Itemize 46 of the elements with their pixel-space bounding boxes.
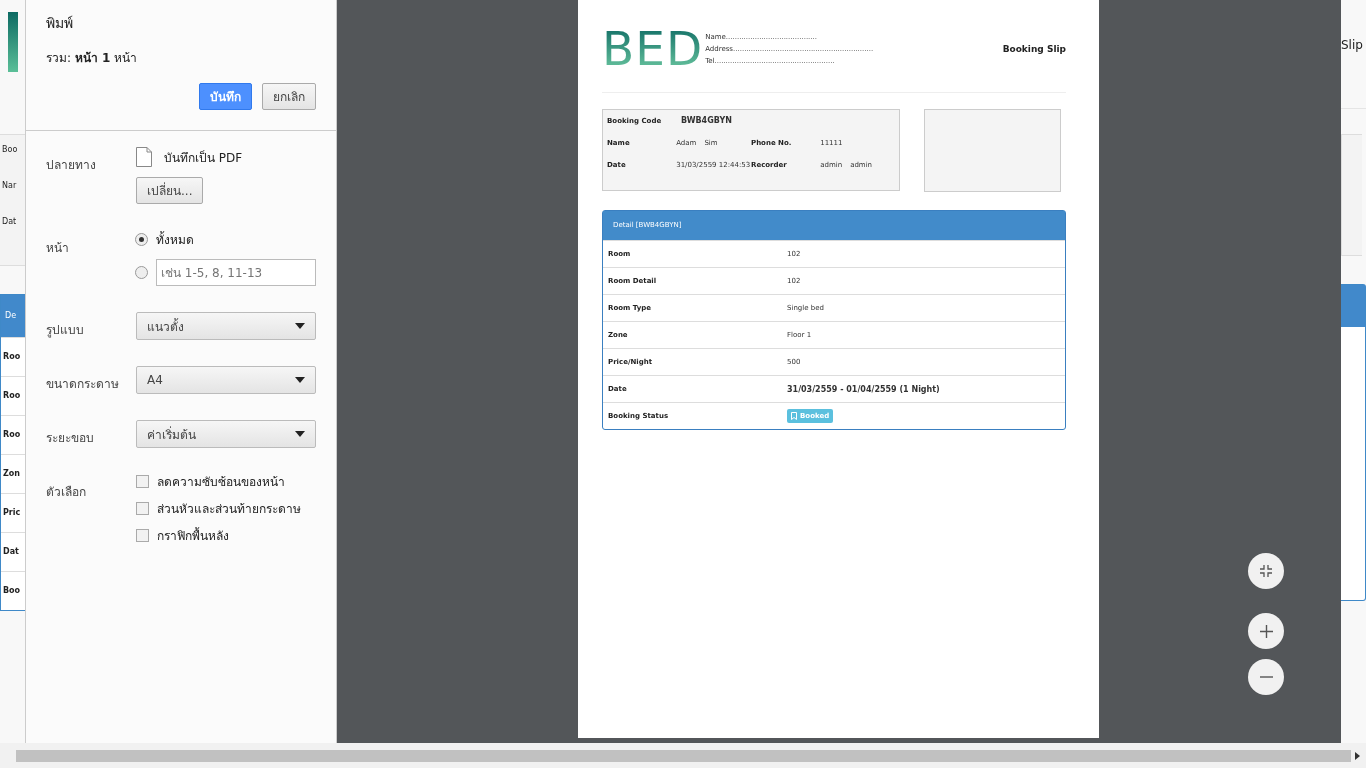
dropdown[interactable]: แนวตั้ง [136, 312, 316, 340]
checkbox-label[interactable]: ลดความซับซ้อนของหน้า [157, 472, 285, 491]
dropdown[interactable]: A4 [136, 366, 316, 394]
background-text: De [1, 295, 25, 337]
setting-label: ระยะขอบ [46, 430, 95, 447]
cancel-button[interactable]: ยกเลิก [262, 83, 316, 110]
setting-label: ตัวเลือก [46, 484, 87, 501]
background-text: Boo [1, 145, 19, 156]
caret-icon [295, 377, 305, 383]
page-range-field[interactable]: เช่น 1-5, 8, 11-13 [156, 259, 316, 286]
zoom-out-button[interactable] [1248, 659, 1284, 695]
horizontal-scrollbar[interactable] [0, 743, 1366, 768]
fit-to-page-button[interactable] [1248, 553, 1284, 589]
checkbox[interactable] [136, 475, 149, 488]
background-text: Slip [1341, 38, 1366, 109]
setting-label: ปลายทาง [46, 157, 97, 174]
background-text: Dat [1, 217, 18, 228]
caret-icon [295, 431, 305, 437]
minus-icon [1259, 676, 1273, 678]
checkbox[interactable] [136, 529, 149, 542]
radio-button[interactable] [135, 266, 148, 279]
document-title: Booking Slip [1002, 44, 1066, 54]
dialog-title: พิมพ์ [46, 14, 74, 33]
change-button[interactable]: เปลี่ยน... [136, 177, 204, 204]
info-value: BWB4GBYN [681, 116, 732, 125]
radio-button[interactable] [135, 233, 148, 246]
caret-icon [295, 323, 305, 329]
setting-label: รูปแบบ [46, 322, 85, 340]
background-text: Nar [1, 181, 18, 192]
document-icon [136, 147, 152, 167]
collapse-icon [1260, 565, 1272, 577]
checkbox[interactable] [136, 502, 149, 515]
checkbox-label[interactable]: ส่วนหัวและส่วนท้ายกระดาษ [157, 499, 301, 518]
scroll-right-icon [1355, 751, 1360, 760]
logo-fragment [8, 12, 18, 72]
setting-label: หน้า [46, 240, 70, 257]
bookmark-icon [791, 412, 797, 420]
checkbox-label[interactable]: กราฟิกพื้นหลัง [157, 526, 229, 545]
zoom-in-button[interactable] [1248, 613, 1284, 649]
setting-label: ขนาดกระดาษ [46, 376, 120, 393]
page-count-summary: รวม: หน้า 1 หน้า [46, 50, 139, 67]
detail-value: 31/03/2559 - 01/04/2559 (1 Night) [787, 384, 940, 394]
plus-icon [1259, 624, 1273, 638]
destination-name: บันทึกเป็น PDF [164, 149, 243, 167]
radio-label[interactable]: ทั้งหมด [156, 230, 194, 249]
dropdown[interactable]: ค่าเริ่มต้น [136, 420, 316, 448]
